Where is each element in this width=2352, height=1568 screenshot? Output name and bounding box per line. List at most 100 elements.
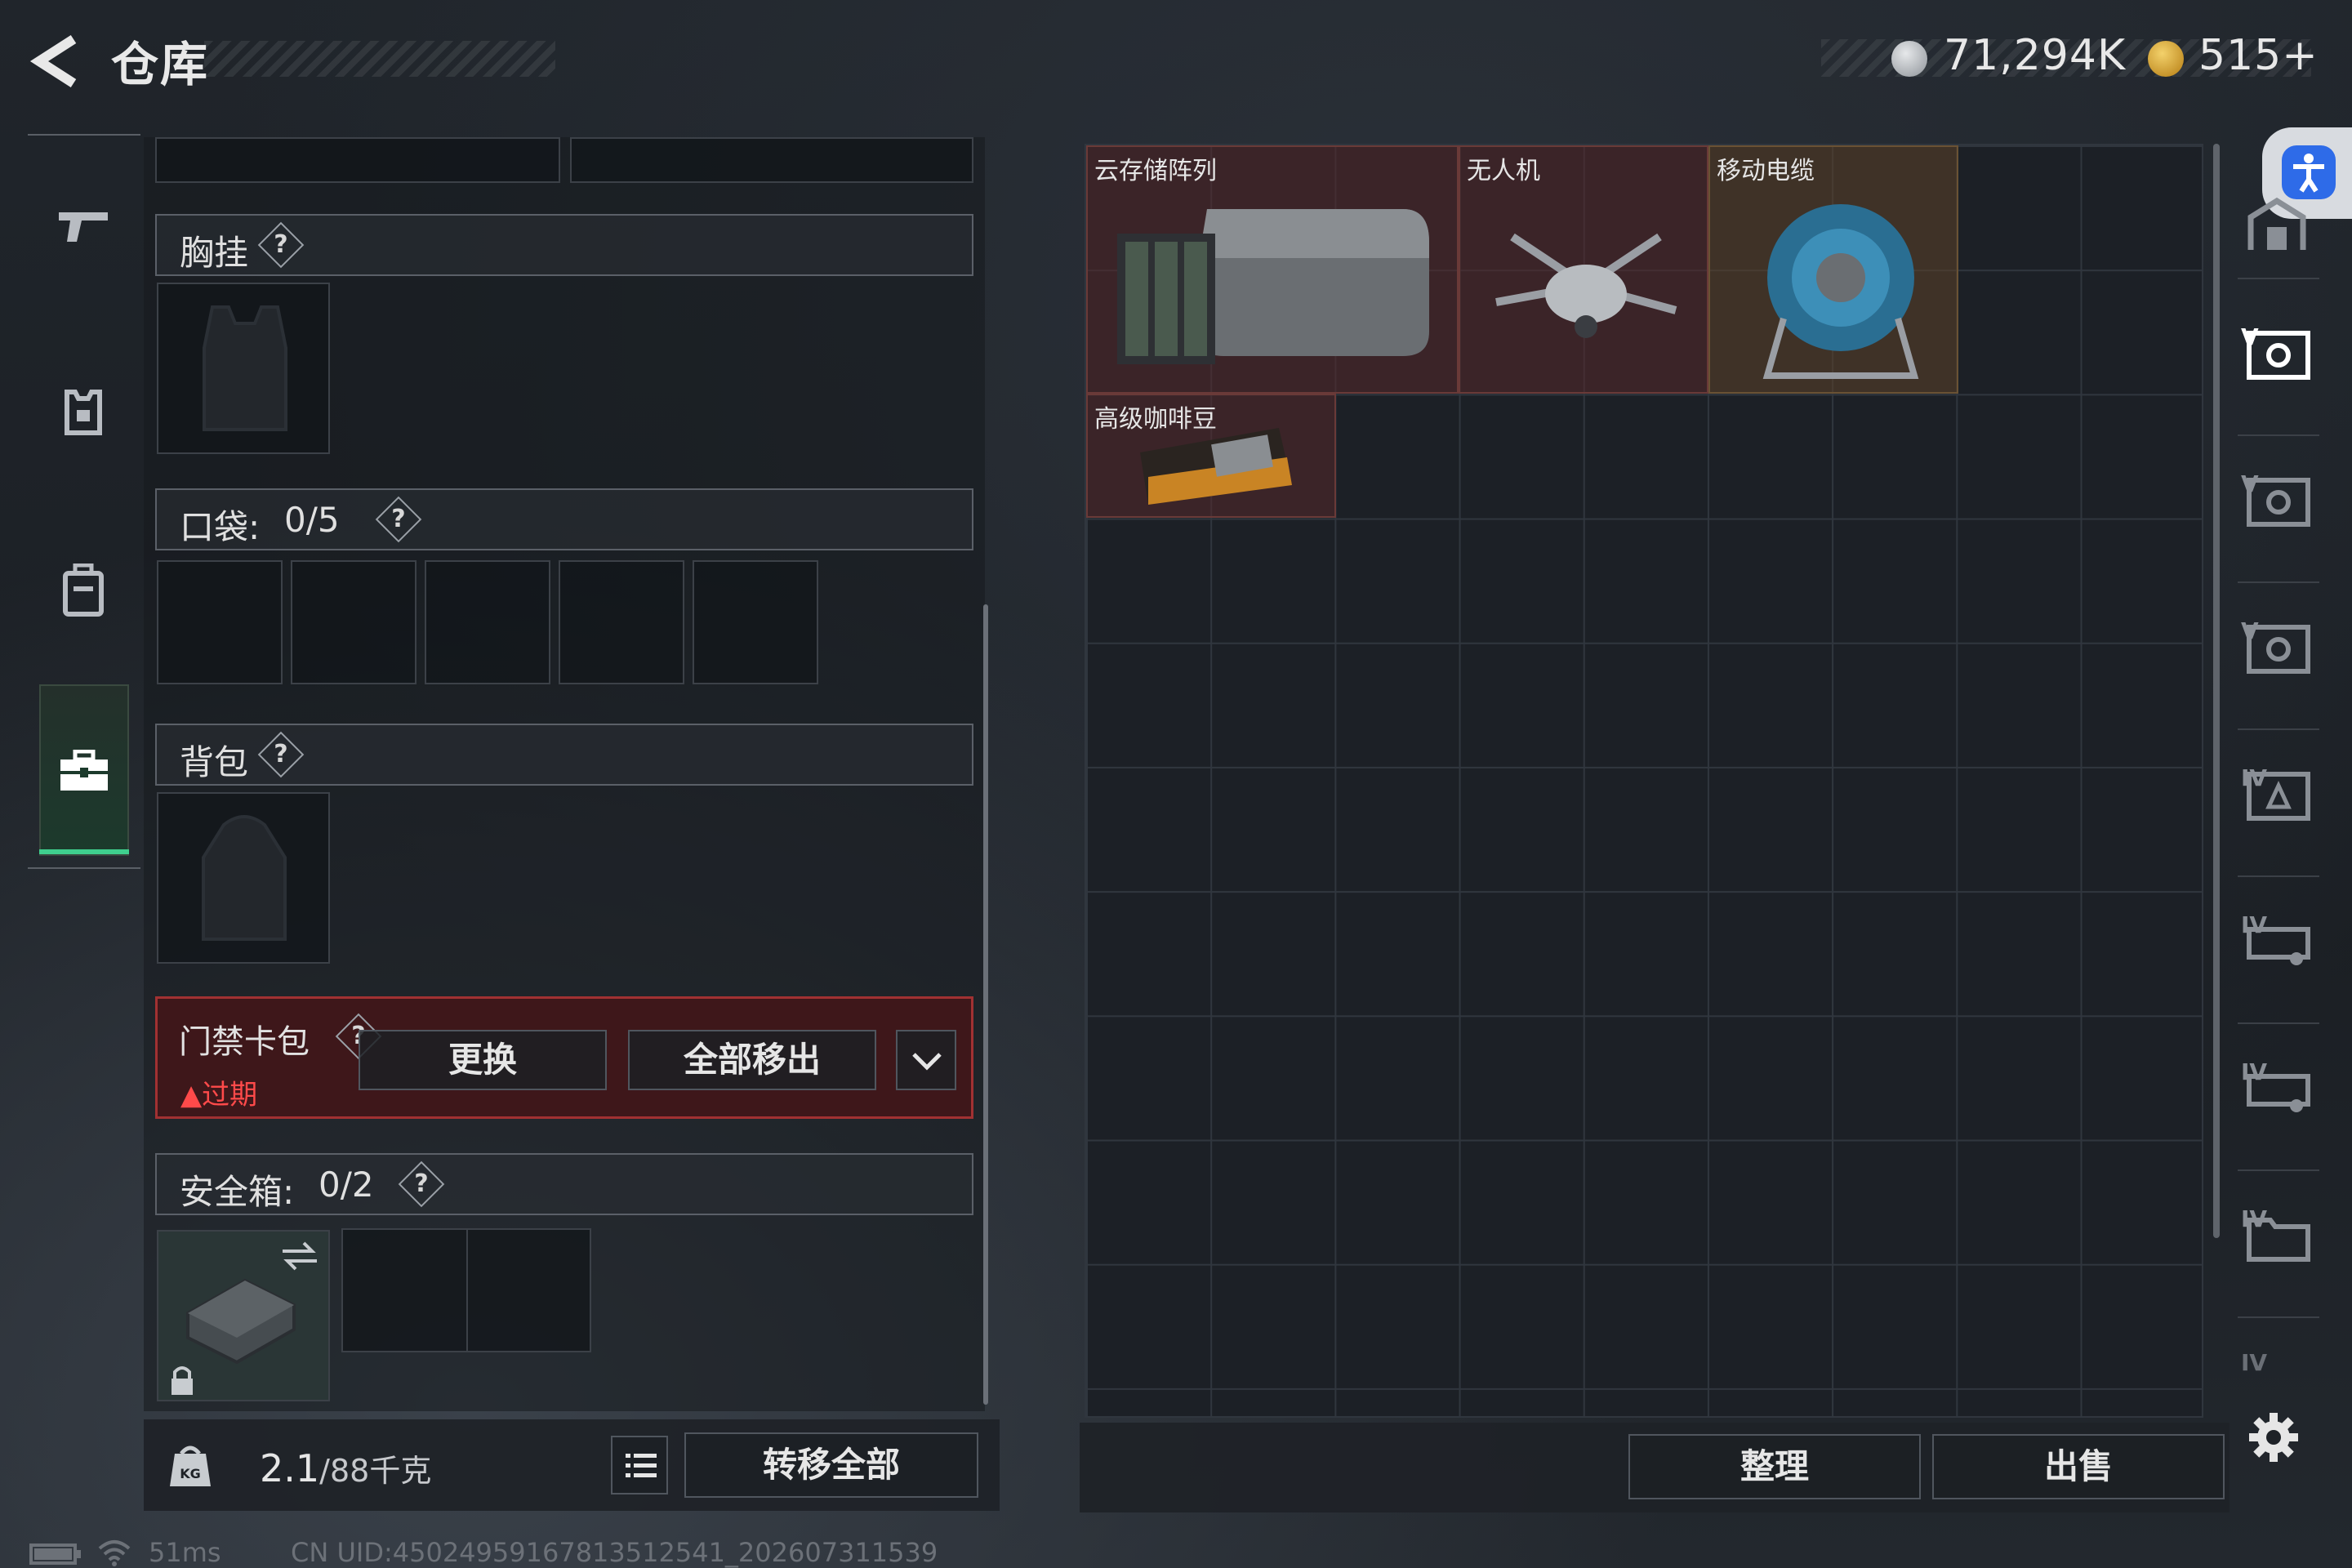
safe-icon: [2247, 478, 2310, 527]
transfer-all-button[interactable]: 转移全部: [684, 1432, 978, 1498]
move-all-out-button[interactable]: 全部移出: [628, 1030, 876, 1090]
chevron-down-icon: [912, 1053, 942, 1071]
warehouse-item-coffee-beans[interactable]: 高级咖啡豆: [1086, 394, 1336, 518]
gold-coin-icon: [2148, 41, 2184, 77]
warning-icon: ▲: [180, 1079, 203, 1111]
right-nav-divider: [2238, 875, 2319, 877]
weight-icon: KG: [170, 1446, 211, 1486]
pocket-slot[interactable]: [425, 560, 550, 684]
back-button[interactable]: [28, 33, 85, 90]
right-nav-divider: [2238, 278, 2319, 279]
tab-level-label: IV: [2241, 1349, 2268, 1376]
sell-button[interactable]: 出售: [1932, 1434, 2225, 1499]
gold-amount[interactable]: 515+: [2198, 31, 2319, 80]
safe-box-item-slot[interactable]: [157, 1230, 330, 1401]
title-stripe: [204, 41, 555, 77]
pockets-count: 0/5: [284, 500, 340, 540]
item-name: 无人机: [1467, 157, 1540, 185]
carry-capacity: /88千克: [319, 1453, 432, 1489]
keycard-label: 门禁卡包: [179, 1023, 310, 1061]
page-title: 仓库: [111, 37, 210, 92]
silver-amount: 71,294K: [1944, 31, 2127, 80]
backpack-silhouette-icon: [202, 815, 287, 941]
nav-weapons[interactable]: [28, 155, 142, 318]
nav-divider: [28, 134, 140, 136]
safe-box-label: 安全箱:: [180, 1172, 295, 1212]
chest-rig-label: 胸挂: [180, 233, 249, 273]
warehouse-tab-4[interactable]: IV: [2238, 760, 2328, 833]
gun-icon: [59, 212, 108, 242]
organize-button[interactable]: 整理: [1628, 1434, 1921, 1499]
safe-box-help-icon[interactable]: ?: [398, 1160, 445, 1208]
safe-box-count: 0/2: [318, 1165, 374, 1205]
top-slot-right[interactable]: [570, 137, 973, 183]
carry-weight: 2.1/88千克: [260, 1446, 431, 1490]
drone-icon: [1495, 233, 1677, 338]
replace-button[interactable]: 更换: [359, 1030, 607, 1090]
back-arrow-icon: [29, 34, 77, 88]
warehouse-tab-2[interactable]: V: [2238, 466, 2328, 539]
equipment-scrollbar[interactable]: [983, 604, 988, 1405]
pockets-label: 口袋:: [180, 507, 261, 547]
backpack-label: 背包: [180, 742, 249, 782]
warehouse-tab-main[interactable]: [2238, 188, 2328, 261]
warehouse-tab-6[interactable]: IV: [2238, 1054, 2328, 1127]
pockets-help-icon[interactable]: ?: [375, 496, 422, 543]
nav-active-indicator: [39, 849, 129, 854]
warehouse-item-storage-array[interactable]: 云存储阵列: [1086, 145, 1459, 394]
pockets-header: 口袋: 0/5 ?: [155, 488, 973, 550]
warehouse-tab-1[interactable]: V: [2238, 318, 2328, 392]
silver-coin-icon: [1891, 41, 1927, 77]
safe-box-slot-divider: [466, 1230, 468, 1351]
swap-icon[interactable]: [279, 1240, 320, 1272]
warehouse-tab-5[interactable]: IV: [2238, 906, 2328, 980]
backpack-icon: [63, 564, 104, 617]
pocket-slot[interactable]: [693, 560, 818, 684]
chest-rig-header: 胸挂 ?: [155, 214, 973, 276]
wifi-icon: [98, 1540, 131, 1566]
top-slot-left[interactable]: [155, 137, 560, 183]
toolbox-icon: [60, 750, 108, 791]
pocket-slot[interactable]: [559, 560, 684, 684]
nav-divider: [28, 867, 140, 869]
right-nav-divider: [2238, 434, 2319, 436]
pocket-slot[interactable]: [291, 560, 416, 684]
chest-rig-slot[interactable]: [157, 283, 330, 454]
right-nav-divider: [2238, 1169, 2319, 1171]
safe-icon: [2247, 331, 2310, 380]
folder-box-icon: [2247, 1218, 2310, 1262]
settings-gear-icon[interactable]: [2247, 1411, 2300, 1463]
vest-silhouette-icon: [203, 305, 287, 431]
chest-rig-help-icon[interactable]: ?: [257, 221, 305, 269]
list-view-button[interactable]: [611, 1436, 668, 1494]
keycard-expired-status: ▲过期: [180, 1079, 258, 1111]
coffee-bag-icon: [1140, 428, 1292, 505]
safe-box-case-icon: [186, 1278, 296, 1365]
keycard-dropdown-button[interactable]: [896, 1030, 956, 1090]
warehouse-home-icon: [2247, 197, 2306, 250]
ping-text: 51ms: [149, 1537, 221, 1568]
armor-box-icon: [2247, 772, 2310, 821]
safe-box-header: 安全箱: 0/2 ?: [155, 1153, 973, 1215]
warehouse-item-drone[interactable]: 无人机: [1459, 145, 1708, 394]
backpack-header: 背包 ?: [155, 724, 973, 786]
warehouse-tab-3[interactable]: V: [2238, 612, 2328, 686]
nav-armor[interactable]: [28, 335, 142, 498]
pocket-slot[interactable]: [157, 560, 283, 684]
warehouse-scrollbar[interactable]: [2213, 144, 2220, 1238]
cable-reel-icon: [1762, 204, 1919, 379]
battery-icon: [29, 1544, 81, 1565]
weapon-case-icon: [2247, 1074, 2310, 1112]
warehouse-item-cable-reel[interactable]: 移动电缆: [1708, 145, 1958, 394]
lock-icon: [172, 1366, 193, 1395]
warehouse-tab-7[interactable]: IV: [2238, 1200, 2328, 1274]
uid-text: CN UID:4502495916781351254​1_20260731153…: [291, 1537, 938, 1568]
backpack-help-icon[interactable]: ?: [257, 731, 305, 778]
right-nav-divider: [2238, 728, 2319, 730]
nav-backpack[interactable]: [28, 514, 142, 678]
right-nav-divider: [2238, 581, 2319, 583]
armor-icon: [65, 390, 102, 435]
backpack-slot[interactable]: [157, 792, 330, 964]
storage-array-icon: [1117, 209, 1429, 364]
keycard-case-box: 门禁卡包 ? ▲过期 更换 全部移出: [155, 996, 973, 1119]
